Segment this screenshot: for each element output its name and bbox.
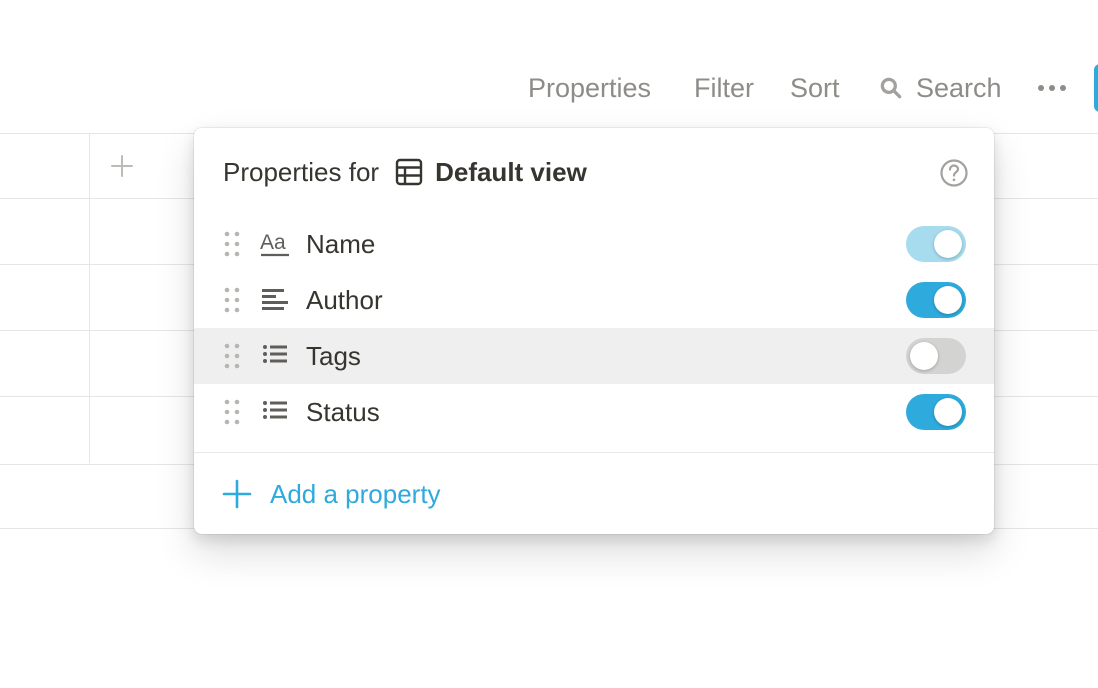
drag-handle-icon[interactable] <box>224 286 240 314</box>
property-row-tags[interactable]: Tags <box>194 328 994 384</box>
visibility-toggle-name[interactable] <box>906 226 966 262</box>
view-name: Default view <box>435 156 587 187</box>
property-label: Author <box>306 285 383 315</box>
more-options-button[interactable] <box>1036 72 1068 104</box>
list-icon <box>263 345 287 363</box>
more-horizontal-icon <box>1038 85 1066 91</box>
text-aa-icon: Aa <box>260 231 289 257</box>
plus-icon <box>111 155 133 177</box>
drag-handle-icon[interactable] <box>224 230 240 258</box>
add-property-button[interactable]: Add a property <box>222 476 441 512</box>
visibility-toggle-tags[interactable] <box>906 338 966 374</box>
property-list: Aa Name Author Tags Status <box>194 216 994 440</box>
properties-popover: Properties for Default view Aa Name Auth… <box>194 128 994 534</box>
visibility-toggle-status[interactable] <box>906 394 966 430</box>
new-button-edge[interactable] <box>1094 64 1098 112</box>
add-column-button[interactable] <box>104 148 140 184</box>
drag-handle-icon[interactable] <box>224 342 240 370</box>
filter-button[interactable]: Filter <box>694 72 754 104</box>
property-label: Name <box>306 229 376 259</box>
property-row-name[interactable]: Aa Name <box>194 216 994 272</box>
table-icon <box>395 158 423 186</box>
property-label: Tags <box>306 341 361 371</box>
svg-text:Aa: Aa <box>260 231 286 254</box>
sort-button[interactable]: Sort <box>790 72 840 104</box>
property-row-status[interactable]: Status <box>194 384 994 440</box>
list-icon <box>263 401 287 419</box>
search-label: Search <box>916 73 1002 103</box>
search-icon <box>880 77 902 99</box>
popover-header: Properties for Default view <box>223 154 587 190</box>
popover-title-prefix: Properties for <box>223 156 380 187</box>
visibility-toggle-author[interactable] <box>906 282 966 318</box>
drag-handle-icon[interactable] <box>224 398 240 426</box>
text-lines-icon <box>262 289 288 310</box>
help-circle-icon[interactable] <box>939 158 969 188</box>
properties-button[interactable]: Properties <box>528 72 651 104</box>
view-toolbar: Properties Filter Sort Search <box>0 64 1098 112</box>
search-button[interactable]: Search <box>878 72 1002 104</box>
add-property-label: Add a property <box>270 478 441 509</box>
property-row-author[interactable]: Author <box>194 272 994 328</box>
table-column-divider <box>89 133 90 463</box>
property-label: Status <box>306 397 380 427</box>
popover-divider <box>194 452 994 453</box>
plus-icon <box>222 479 252 509</box>
